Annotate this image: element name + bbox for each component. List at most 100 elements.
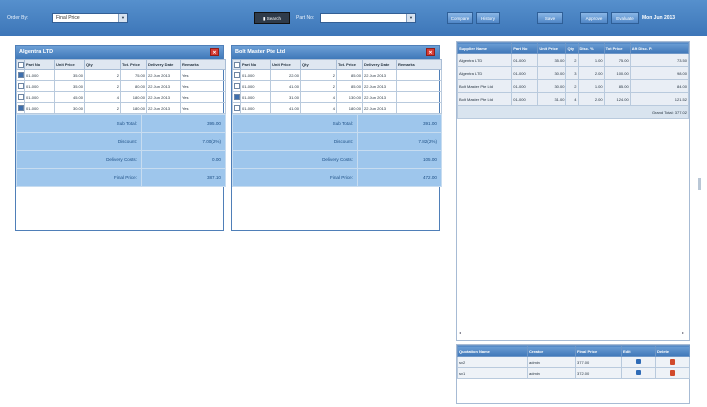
table-header-row: Part No Unit Price Qty Tot. Price Delive… xyxy=(232,59,442,70)
column-header[interactable]: Part No xyxy=(240,59,271,70)
chevron-down-icon[interactable]: ▼ xyxy=(118,14,127,22)
column-header[interactable]: Edit xyxy=(621,345,656,357)
delete-icon[interactable] xyxy=(655,367,690,379)
table-row[interactable]: 01-000 41.00 4 180.00 22 Jun 2013 xyxy=(232,102,442,114)
column-header[interactable]: Supplier Name xyxy=(456,42,513,54)
edit-icon[interactable] xyxy=(621,367,656,379)
remarks-cell: Yes xyxy=(180,102,226,114)
scroll-right-icon[interactable]: ▸ xyxy=(682,330,684,335)
history-button[interactable]: History xyxy=(476,12,500,24)
column-header[interactable]: Part No xyxy=(511,42,539,54)
discount-value[interactable]: 7.82(2%) xyxy=(357,132,442,151)
column-header[interactable]: Tot. Price xyxy=(120,59,147,70)
qty-cell[interactable]: 2 xyxy=(300,69,337,81)
panel-resize-handle[interactable] xyxy=(698,178,701,190)
column-header[interactable]: Unit Price xyxy=(537,42,567,54)
tot-price-cell: 130.00 xyxy=(336,91,363,103)
qty-cell[interactable]: 4 xyxy=(300,91,337,103)
column-header[interactable]: Unit Price xyxy=(270,59,301,70)
row-checkbox[interactable] xyxy=(16,91,25,103)
tot-price-cell: 180.00 xyxy=(120,102,147,114)
close-icon[interactable]: ✕ xyxy=(210,48,219,56)
part-no-select[interactable]: ▼ xyxy=(320,13,416,23)
approve-button[interactable]: Approve xyxy=(580,12,608,24)
final-price-cell: 372.00 xyxy=(575,367,622,379)
column-header[interactable]: Delivery Date xyxy=(146,59,181,70)
table-row[interactable]: 01-000 30.00 2 180.00 22 Jun 2013 Yes xyxy=(16,102,226,114)
row-checkbox[interactable] xyxy=(232,91,241,103)
table-row[interactable]: 01-000 45.00 4 180.00 22 Jun 2013 Yes xyxy=(16,91,226,103)
column-header[interactable]: Disc. % xyxy=(577,42,605,54)
row-checkbox[interactable] xyxy=(232,69,241,81)
close-icon[interactable]: ✕ xyxy=(426,48,435,56)
edit-icon[interactable] xyxy=(621,356,656,368)
delivery-costs-value[interactable]: 105.00 xyxy=(357,150,442,169)
final-price-label: Final Price: xyxy=(16,168,142,187)
order-by-select[interactable]: Final Price ▼ xyxy=(52,13,128,23)
column-header[interactable]: Delivery Date xyxy=(362,59,397,70)
select-all-checkbox[interactable] xyxy=(16,59,25,70)
column-header[interactable]: Qty xyxy=(565,42,579,54)
delivery-costs-value[interactable]: 0.00 xyxy=(141,150,226,169)
part-no-cell: 01-000 xyxy=(24,80,55,92)
table-header-row: Part No Unit Price Qty Tot. Price Delive… xyxy=(16,59,226,70)
delete-icon[interactable] xyxy=(655,356,690,368)
column-header[interactable]: Tot. Price xyxy=(336,59,363,70)
scroll-left-icon[interactable]: ◂ xyxy=(459,330,461,335)
qty-cell[interactable]: 2 xyxy=(84,80,121,92)
qty-cell[interactable]: 2 xyxy=(84,102,121,114)
column-header[interactable]: Creator xyxy=(527,345,576,357)
column-header[interactable]: Aft Disc. P. xyxy=(629,42,690,54)
compare-button[interactable]: Compare xyxy=(447,12,473,24)
qty-cell[interactable]: 4 xyxy=(84,91,121,103)
save-button[interactable]: Save xyxy=(537,12,563,24)
after-discount-cell: 73.50 xyxy=(629,53,690,67)
row-checkbox[interactable] xyxy=(232,80,241,92)
table-row[interactable]: sv1 admin 372.00 xyxy=(457,367,690,379)
table-row[interactable]: Bolt Master Pte Ltd 01-000 30.00 2 1.00 … xyxy=(456,79,690,93)
column-header[interactable]: Part No xyxy=(24,59,55,70)
column-header[interactable]: Delete xyxy=(655,345,690,357)
column-header[interactable]: Qty xyxy=(300,59,337,70)
table-row[interactable]: 01-000 35.00 2 75.00 22 Jun 2013 Yes xyxy=(16,69,226,81)
column-header[interactable]: Unit Price xyxy=(54,59,85,70)
sub-total-value: 395.00 xyxy=(141,114,226,133)
row-checkbox[interactable] xyxy=(16,80,25,92)
table-row[interactable]: Algentra LTD 01-000 35.00 2 1.00 75.00 7… xyxy=(456,53,690,67)
supplier-cell: Algentra LTD xyxy=(456,53,513,67)
column-header[interactable]: Qty xyxy=(84,59,121,70)
chevron-down-icon[interactable]: ▼ xyxy=(406,14,415,22)
evaluate-button[interactable]: Evaluate xyxy=(611,12,639,24)
table-row[interactable]: 01-000 31.00 4 130.00 22 Jun 2013 xyxy=(232,91,442,103)
row-checkbox[interactable] xyxy=(16,69,25,81)
column-header[interactable]: Remarks xyxy=(180,59,226,70)
search-button[interactable]: ▮ Search xyxy=(254,12,290,24)
table-row[interactable]: 01-000 35.00 2 80.00 22 Jun 2013 Yes xyxy=(16,80,226,92)
grand-total: Grand Total: 377.02 xyxy=(457,105,689,119)
table-row[interactable]: sv2 admin 377.00 xyxy=(457,356,690,368)
final-price-value: 472.00 xyxy=(357,168,442,187)
select-all-checkbox[interactable] xyxy=(232,59,241,70)
qty-cell[interactable]: 2 xyxy=(84,69,121,81)
order-by-value: Final Price xyxy=(56,15,80,21)
table-row[interactable]: 01-000 22.00 2 85.00 22 Jun 2013 xyxy=(232,69,442,81)
qty-cell[interactable]: 4 xyxy=(300,102,337,114)
table-row[interactable]: Bolt Master Pte Ltd 01-000 31.00 4 2.00 … xyxy=(456,92,690,106)
row-checkbox[interactable] xyxy=(16,102,25,114)
part-no-cell: 01-000 xyxy=(240,102,271,114)
row-checkbox[interactable] xyxy=(232,102,241,114)
column-header[interactable]: Remarks xyxy=(396,59,442,70)
discount-value[interactable]: 7.00(2%) xyxy=(141,132,226,151)
unit-price-cell: 35.00 xyxy=(537,53,567,67)
qty-cell[interactable]: 2 xyxy=(300,80,337,92)
table-row[interactable]: Algentra LTD 01-000 30.00 3 2.00 100.00 … xyxy=(456,66,690,80)
column-header[interactable]: Final Price xyxy=(575,345,622,357)
unit-price-cell: 41.00 xyxy=(270,80,301,92)
table-row[interactable]: 01-000 41.00 2 85.00 22 Jun 2013 xyxy=(232,80,442,92)
final-price-label: Final Price: xyxy=(232,168,358,187)
unit-price-cell: 35.00 xyxy=(54,80,85,92)
column-header[interactable]: Tot Price xyxy=(603,42,631,54)
column-header[interactable]: Quotation Name xyxy=(457,345,528,357)
discount-row: Discount: 7.00(2%) xyxy=(16,132,226,151)
discount-cell: 2.00 xyxy=(577,92,605,106)
